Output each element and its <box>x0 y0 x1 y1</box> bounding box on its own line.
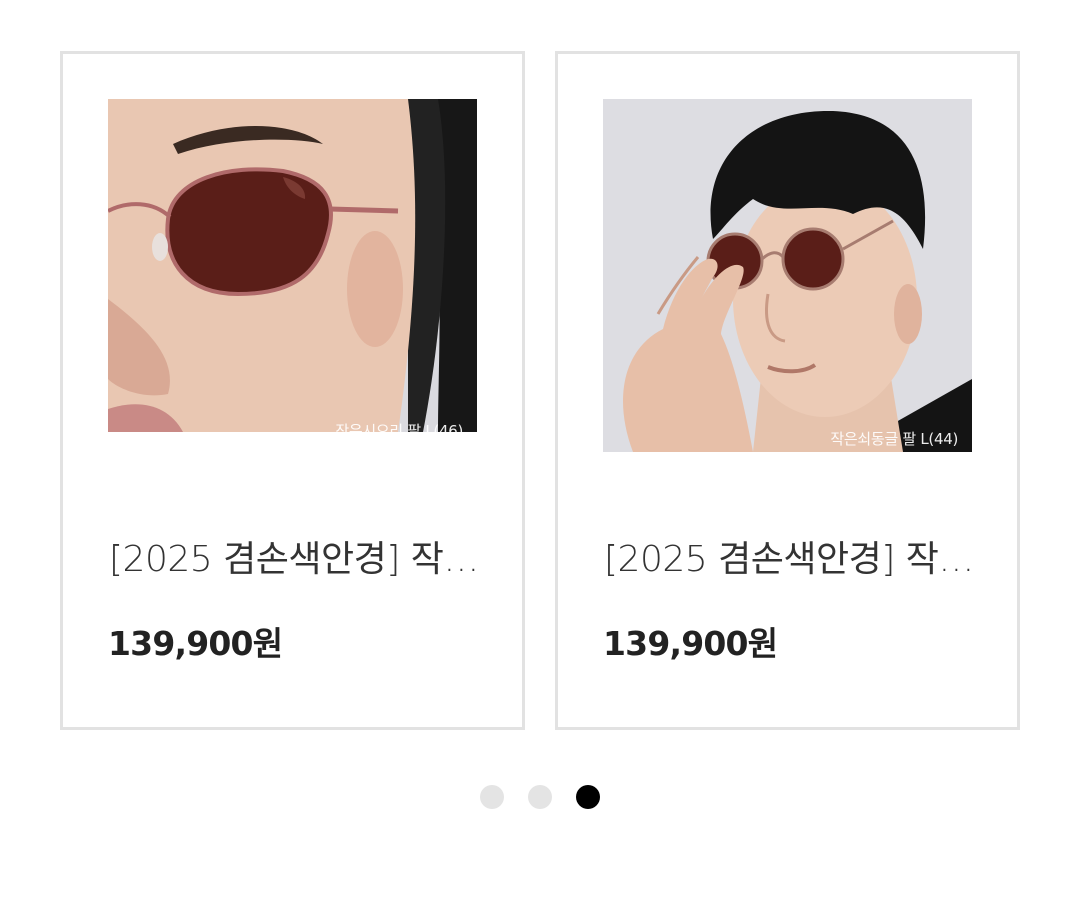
pagination-dot-1[interactable] <box>480 785 504 809</box>
product-price: 139,900원 <box>108 624 283 663</box>
product-card[interactable]: 작은시오리 팔 L(46) [2025 겸손색안경] 작은시오리 팔 L(46)… <box>60 51 525 730</box>
product-price: 139,900원 <box>603 624 778 663</box>
image-caption: 작은쇠동글 팔 L(44) <box>830 430 958 448</box>
product-card[interactable]: 작은쇠동글 팔 L(44) [2025 겸손색안경] 작은쇠동글 팔 L(44)… <box>555 51 1020 730</box>
product-title[interactable]: [2025 겸손색안경] 작은시오리 팔 L(46) <box>109 530 489 582</box>
product-title[interactable]: [2025 겸손색안경] 작은쇠동글 팔 L(44) <box>604 530 984 582</box>
product-photo <box>108 99 477 432</box>
product-photo <box>603 99 972 452</box>
pagination-dot-3[interactable] <box>576 785 600 809</box>
pagination-dot-2[interactable] <box>528 785 552 809</box>
product-image[interactable]: 작은쇠동글 팔 L(44) <box>603 99 972 452</box>
product-image[interactable]: 작은시오리 팔 L(46) <box>108 99 477 432</box>
product-carousel: 작은시오리 팔 L(46) [2025 겸손색안경] 작은시오리 팔 L(46)… <box>0 0 1080 902</box>
image-caption: 작은시오리 팔 L(46) <box>335 422 463 432</box>
carousel-pagination <box>480 785 600 809</box>
